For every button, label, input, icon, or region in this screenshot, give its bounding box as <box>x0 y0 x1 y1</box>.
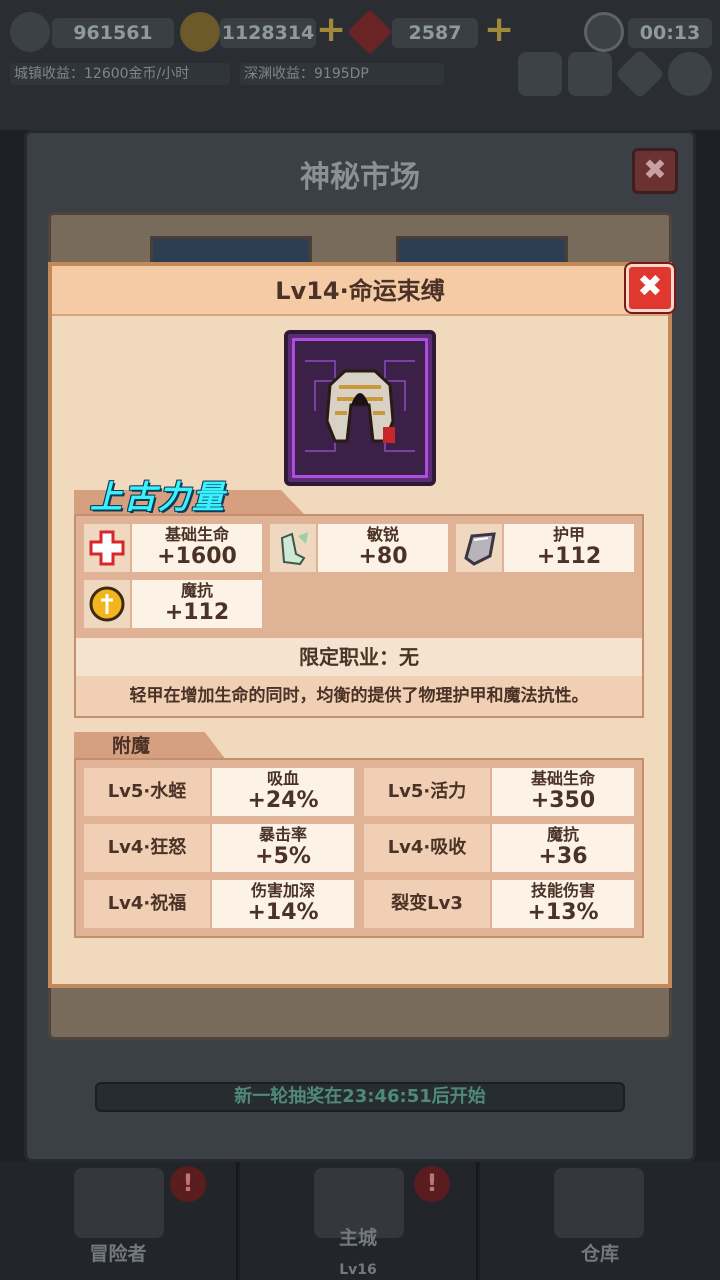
team-icon[interactable] <box>518 52 562 96</box>
adventurer-icon <box>74 1168 164 1238</box>
stat-agility: 敏锐 +80 <box>318 524 448 572</box>
gold-coin-icon <box>180 12 220 52</box>
enchant-label: 附魔 <box>112 735 151 757</box>
item-description: 轻甲在增加生命的同时，均衡的提供了物理护甲和魔法抗性。 <box>76 676 642 716</box>
set-name: 上古力量 <box>90 478 227 516</box>
stat-value: +80 <box>358 544 408 569</box>
city-alert-badge: ! <box>414 1166 450 1202</box>
dialog-close-button[interactable]: ✖ <box>626 264 674 312</box>
city-level: Lv16 <box>339 1262 377 1278</box>
stat-name: 魔抗 <box>180 581 213 600</box>
stat-value: +112 <box>536 544 602 569</box>
enchant-effect: 魔抗 +36 <box>492 824 634 872</box>
enchant-value: +36 <box>538 844 588 869</box>
stat-value: +1600 <box>157 544 237 569</box>
market-title: 神秘市场 <box>300 160 420 195</box>
nav-main-city-label: 主城 <box>338 1227 377 1249</box>
enchant-effect: 技能伤害 +13% <box>492 880 634 928</box>
red-cross-icon <box>84 524 130 572</box>
enchant-stat: 伤害加深 <box>250 881 315 900</box>
enchant-name: Lv4·吸收 <box>364 824 490 872</box>
timer-value: 00:13 <box>628 18 712 48</box>
enchant-effect: 暴击率 +5% <box>212 824 354 872</box>
currency-b-value: 1128314 <box>220 18 316 48</box>
enchant-name: Lv4·祝福 <box>84 880 210 928</box>
item-title: Lv14·命运束缚 <box>275 277 445 305</box>
magic-resist-icon <box>84 580 130 628</box>
enchant-stat: 基础生命 <box>530 769 595 788</box>
stat-magic-resist: 魔抗 +112 <box>132 580 262 628</box>
gem-value: 2587 <box>392 18 478 48</box>
enchant-name: Lv5·活力 <box>364 768 490 816</box>
enchant-name: 裂变Lv3 <box>364 880 490 928</box>
enchant-stat: 技能伤害 <box>530 881 595 900</box>
item-slot <box>292 338 428 478</box>
add-gem-button[interactable]: + <box>484 10 514 50</box>
job-restriction: 限定职业：无 <box>76 638 642 676</box>
enchant-name: Lv4·狂怒 <box>84 824 210 872</box>
enchant-value: +24% <box>247 788 319 813</box>
draw-countdown: 新一轮抽奖在23:46:51后开始 <box>95 1082 625 1112</box>
adventurer-alert-badge: ! <box>170 1166 206 1202</box>
nav-adventurer-label: 冒险者 <box>89 1243 147 1265</box>
stat-value: +112 <box>164 600 230 625</box>
enchant-name: Lv5·水蛭 <box>84 768 210 816</box>
abyss-income: 深渊收益：9195DP <box>240 63 444 85</box>
stat-base-hp: 基础生命 +1600 <box>132 524 262 572</box>
enchant-value: +5% <box>255 844 311 869</box>
stat-armor: 护甲 +112 <box>504 524 634 572</box>
clock-icon <box>584 12 624 52</box>
stat-name: 护甲 <box>552 525 585 544</box>
enchant-effect: 基础生命 +350 <box>492 768 634 816</box>
town-income: 城镇收益：12600金币/小时 <box>10 63 230 85</box>
enchant-value: +14% <box>247 900 319 925</box>
enchant-value: +13% <box>527 900 599 925</box>
currency-a-value: 961561 <box>52 18 174 48</box>
enchant-stat: 暴击率 <box>258 825 307 844</box>
nav-warehouse-label: 仓库 <box>580 1243 619 1265</box>
market-close-button[interactable]: ✖ <box>632 148 678 194</box>
moon-currency-icon <box>10 12 50 52</box>
warehouse-icon <box>554 1168 644 1238</box>
stat-name: 敏锐 <box>366 525 399 544</box>
chest-icon[interactable] <box>568 52 612 96</box>
enchant-stat: 魔抗 <box>546 825 579 844</box>
boots-icon <box>270 524 316 572</box>
stat-name: 基础生命 <box>164 525 229 544</box>
enchant-effect: 吸血 +24% <box>212 768 354 816</box>
enchant-effect: 伤害加深 +14% <box>212 880 354 928</box>
nav-warehouse[interactable]: 仓库 <box>480 1162 720 1280</box>
enchant-value: +350 <box>530 788 596 813</box>
enchant-stat: 吸血 <box>266 769 299 788</box>
gear-icon[interactable] <box>668 52 712 96</box>
armor-icon <box>305 360 415 452</box>
add-gold-button[interactable]: + <box>316 10 346 50</box>
shield-icon <box>456 524 502 572</box>
